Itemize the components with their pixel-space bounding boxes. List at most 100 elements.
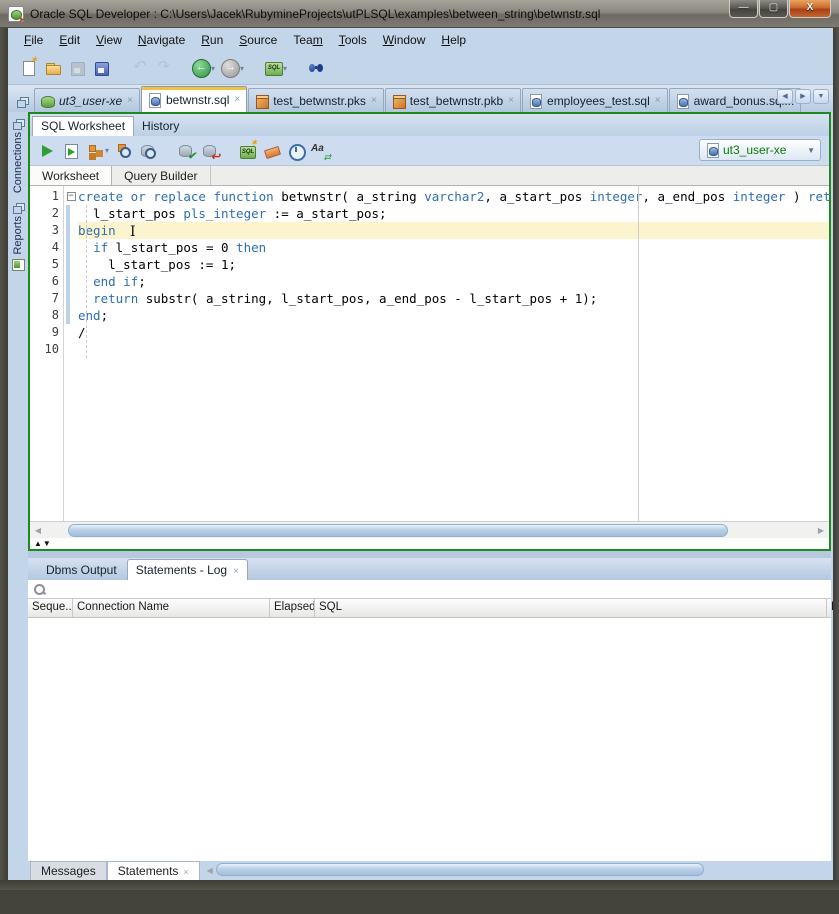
rollback-button[interactable] [199,140,221,162]
doc-tab-employees-test-sql[interactable]: employees_test.sql× [522,88,668,112]
save-button[interactable] [66,57,88,79]
commit-button[interactable] [175,140,197,162]
menu-team[interactable]: Team [285,30,330,50]
run-statement-button[interactable] [36,140,58,162]
tab-statements-log[interactable]: Statements - Log× [127,559,248,580]
tab-sql-worksheet[interactable]: SQL Worksheet [32,116,134,136]
code-editor[interactable]: 12345678910 − I create or replace functi… [30,186,829,521]
dropdown-arrow-icon[interactable]: ▾ [105,146,109,155]
text-ibeam-cursor: I [130,224,136,240]
unshared-button[interactable] [237,140,259,162]
menu-navigate[interactable]: Navigate [130,30,193,50]
undo-button[interactable] [128,57,150,79]
dropdown-arrow-icon[interactable]: ▾ [211,64,215,73]
scrollbar-thumb[interactable] [216,863,704,876]
doc-tab-label: ut3_user-xe [59,94,122,108]
tab-scroll-right-icon[interactable]: ▶ [795,89,811,104]
history-button[interactable] [285,140,307,162]
back-button[interactable]: ▾ [190,57,217,79]
column-header-elapsed[interactable]: Elapsed [270,599,315,617]
close-tab-icon[interactable]: × [233,566,239,577]
explain-plan-button[interactable] [113,140,135,162]
minimize-button[interactable]: — [729,0,758,18]
restore-windows-icon [17,97,28,107]
splitter-collapse-icons[interactable]: ▲▼ [34,539,52,548]
save-all-button[interactable] [90,57,112,79]
tab-dbms-output[interactable]: Dbms Output [36,560,127,580]
close-tab-icon[interactable]: × [234,94,240,105]
open-file-button[interactable] [42,57,64,79]
close-button[interactable]: X [789,0,831,18]
fold-collapse-icon[interactable]: − [67,192,76,201]
redo-button[interactable] [152,57,174,79]
connection-selector[interactable]: ut3_user-xe ▼ [699,139,821,161]
window-border-bottom [0,880,839,890]
menu-run[interactable]: Run [193,30,231,50]
tab-scroll-left-icon[interactable]: ◀ [777,89,793,104]
menu-help[interactable]: Help [433,30,474,50]
code-line: create or replace function betwnstr( a_s… [78,188,829,205]
dropdown-arrow-icon[interactable]: ▾ [240,64,244,73]
find-db-button[interactable] [137,140,159,162]
code-text-area[interactable]: I create or replace function betwnstr( a… [78,186,829,521]
run-script-button[interactable] [60,140,82,162]
restore-panes-button[interactable] [10,92,34,112]
toolbar-separator [114,68,128,69]
doc-tab-test-betwnstr-pkb[interactable]: test_betwnstr.pkb× [385,88,521,112]
log-panel: Dbms Output Statements - Log× Seque...Co… [28,558,831,880]
open-file-icon [44,59,62,77]
doc-tab-test-betwnstr-pks[interactable]: test_betwnstr.pks × [248,88,384,112]
new-file-icon [20,59,38,77]
close-tab-icon[interactable]: × [183,867,188,877]
menu-source[interactable]: Source [231,30,285,50]
scroll-right-icon[interactable]: ▶ [813,526,829,535]
title-bar: Oracle SQL Developer : C:\Users\Jacek\Ru… [0,0,839,28]
menu-view[interactable]: View [88,30,130,50]
close-tab-icon[interactable]: × [127,95,133,106]
panel-splitter[interactable] [28,551,831,558]
splitter-collapse-strip[interactable]: ▲▼ [30,538,829,549]
log-filter-bar [28,580,831,599]
column-header-connection-name[interactable]: Connection Name [73,599,270,617]
tab-query-builder[interactable]: Query Builder [112,166,210,185]
tab-history[interactable]: History [134,117,187,136]
new-file-button[interactable] [18,57,40,79]
editor-horizontal-scrollbar[interactable]: ◀ ▶ [30,521,829,538]
column-header-seque-[interactable]: Seque... [28,599,73,617]
log-table-body[interactable] [28,618,831,861]
package-icon [391,94,406,108]
log-horizontal-scrollbar[interactable]: ◀ [202,863,829,877]
menu-file[interactable]: File [16,30,51,50]
log-filter-input[interactable] [45,581,831,597]
scrollbar-track[interactable] [46,524,813,537]
redo-icon [154,59,172,77]
menu-edit[interactable]: Edit [51,30,88,50]
scrollbar-thumb[interactable] [68,524,728,537]
code-line: l_start_pos pls_integer := a_start_pos; [78,205,829,222]
sql-file-icon [528,94,543,108]
dropdown-arrow-icon[interactable]: ▾ [283,64,287,73]
tab-messages[interactable]: Messages [30,861,107,880]
doc-tab-betwnstr-sql[interactable]: betwnstr.sql× [141,86,247,112]
scroll-left-icon[interactable]: ◀ [30,526,46,535]
doc-tab-ut3-user-xe[interactable]: ut3_user-xe × [34,88,140,112]
menu-window[interactable]: Window [375,30,434,50]
sidebar-tab-connections[interactable]: Connections [12,116,24,196]
sidebar-tab-reports[interactable]: Reports [12,200,25,274]
forward-button[interactable]: ▾ [219,57,246,79]
tab-worksheet[interactable]: Worksheet [30,166,112,185]
doc-tab-label: test_betwnstr.pks [273,94,366,108]
column-header-sql[interactable]: SQL [315,599,827,617]
connection-button[interactable]: ▾ [262,57,289,79]
close-tab-icon[interactable]: × [508,95,514,106]
close-tab-icon[interactable]: × [371,95,377,106]
case-button[interactable] [309,140,331,162]
find-button[interactable] [305,57,327,79]
close-tab-icon[interactable]: × [655,95,661,106]
menu-tools[interactable]: Tools [331,30,375,50]
tab-statements[interactable]: Statements× [107,861,200,880]
tab-list-icon[interactable]: ▼ [813,89,829,104]
autotrace-button[interactable]: ▾ [84,140,111,162]
clear-button[interactable] [261,140,283,162]
maximize-button[interactable]: ▢ [759,0,788,18]
